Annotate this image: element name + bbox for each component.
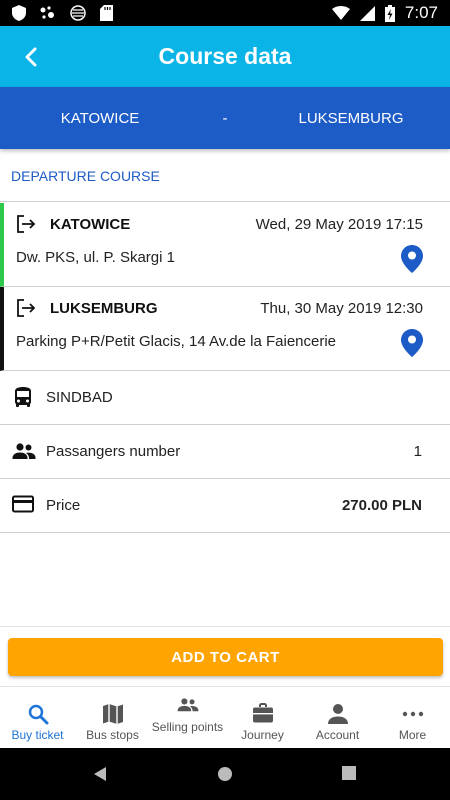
- signal-icon: [359, 5, 375, 21]
- price-value: 270.00 PLN: [341, 497, 422, 514]
- carrier-row: SINDBAD: [0, 371, 450, 425]
- credit-card-icon: [12, 494, 34, 519]
- departure-stop: KATOWICE Wed, 29 May 2019 17:15 Dw. PKS,…: [0, 203, 450, 287]
- home-circle-icon[interactable]: [217, 766, 233, 787]
- nav-label: More: [398, 728, 427, 742]
- carrier-name: SINDBAD: [46, 389, 113, 406]
- map-pin-icon[interactable]: [401, 245, 423, 278]
- nav-more[interactable]: More: [375, 687, 450, 748]
- nav-journey[interactable]: Journey: [225, 687, 300, 748]
- arrival-city: LUKSEMBURG: [50, 300, 158, 317]
- back-triangle-icon[interactable]: [93, 766, 107, 787]
- departure-address: Dw. PKS, ul. P. Skargi 1: [16, 249, 175, 266]
- nav-bus-stops[interactable]: Bus stops: [75, 687, 150, 748]
- status-bar: 7:07: [0, 0, 450, 26]
- nav-buy-ticket[interactable]: Buy ticket: [0, 687, 75, 748]
- add-to-cart-button[interactable]: ADD TO CART: [8, 638, 443, 676]
- back-arrow-icon[interactable]: [23, 47, 39, 67]
- app-bar: Course data: [0, 26, 450, 87]
- price-label: Price: [46, 497, 81, 514]
- section-title: DEPARTURE COURSE: [0, 150, 450, 202]
- status-time: 7:07: [404, 3, 438, 22]
- system-navigation-bar: [0, 748, 450, 800]
- people-icon: [12, 440, 36, 467]
- arrival-datetime: Thu, 30 May 2019 12:30: [260, 300, 423, 317]
- people-icon: [177, 696, 199, 719]
- route-separator: -: [222, 109, 228, 127]
- cart-area: ADD TO CART: [0, 626, 450, 686]
- bottom-navigation: Buy ticket Bus stops Selling points Jour…: [0, 686, 450, 748]
- circle-pattern-icon: [70, 5, 86, 21]
- wifi-icon: [331, 6, 350, 20]
- route-destination: LUKSEMBURG: [298, 109, 404, 127]
- nav-account[interactable]: Account: [300, 687, 375, 748]
- battery-charging-icon: [384, 4, 395, 22]
- exit-icon: [16, 215, 36, 238]
- route-header: KATOWICE - LUKSEMBURG: [0, 87, 450, 149]
- recents-square-icon[interactable]: [342, 766, 356, 785]
- map-icon: [102, 703, 124, 730]
- exit-icon: [16, 299, 36, 322]
- nav-selling-points[interactable]: Selling points: [150, 687, 225, 748]
- nav-label: Bus stops: [86, 728, 139, 742]
- price-row: Price 270.00 PLN: [0, 479, 450, 533]
- passengers-label: Passangers number: [46, 443, 181, 460]
- nav-label: Account: [315, 728, 360, 742]
- map-pin-icon[interactable]: [401, 329, 423, 362]
- search-icon: [27, 703, 49, 730]
- more-dots-icon: [402, 703, 424, 730]
- nav-label: Selling points: [151, 720, 224, 734]
- passengers-value: 1: [413, 443, 422, 460]
- back-button[interactable]: [14, 40, 48, 74]
- page-title: Course data: [158, 43, 292, 69]
- passengers-row: Passangers number 1: [0, 425, 450, 479]
- assistant-dots-icon: [40, 6, 56, 20]
- person-icon: [327, 703, 349, 730]
- arrival-address: Parking P+R/Petit Glacis, 14 Av.de la Fa…: [16, 333, 337, 350]
- shield-icon: [12, 5, 26, 21]
- departure-datetime: Wed, 29 May 2019 17:15: [255, 216, 423, 233]
- bus-icon: [12, 386, 34, 413]
- sd-card-icon: [100, 5, 113, 21]
- arrival-stop: LUKSEMBURG Thu, 30 May 2019 12:30 Parkin…: [0, 287, 450, 371]
- nav-label: Buy ticket: [11, 728, 64, 742]
- nav-label: Journey: [241, 728, 284, 742]
- departure-city: KATOWICE: [50, 216, 131, 233]
- route-origin: KATOWICE: [60, 109, 140, 127]
- briefcase-icon: [252, 703, 274, 730]
